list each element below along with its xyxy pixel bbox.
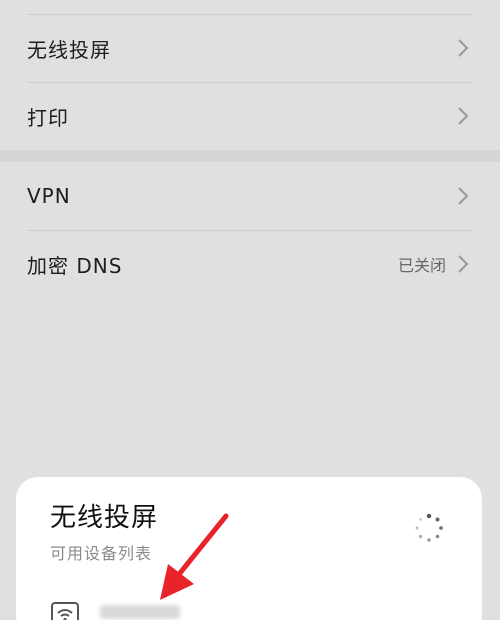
wireless-projection-sheet: 无线投屏 可用设备列表 (16, 477, 482, 620)
settings-item-value: 已关闭 (397, 256, 446, 275)
chevron-right-icon (458, 107, 469, 125)
chevron-right-icon (458, 255, 469, 273)
loading-spinner-icon (415, 513, 443, 542)
section-gap (0, 150, 500, 162)
settings-item-wireless-projection[interactable]: 无线投屏 (0, 14, 500, 82)
settings-item-vpn[interactable]: VPN (0, 162, 500, 230)
chevron-right-icon (458, 187, 469, 205)
sheet-subtitle: 可用设备列表 (50, 544, 153, 563)
wifi-display-icon (51, 602, 79, 620)
sheet-title: 无线投屏 (50, 503, 159, 533)
device-list-item[interactable] (50, 599, 450, 620)
settings-item-label: 无线投屏 (27, 37, 111, 62)
settings-list: 无线投屏 打印 VPN 加密 DNS 已关闭 (0, 0, 500, 298)
chevron-right-icon (458, 39, 469, 57)
settings-item-label: VPN (27, 184, 71, 208)
settings-item-label: 加密 DNS (27, 253, 123, 278)
settings-item-encrypted-dns[interactable]: 加密 DNS 已关闭 (0, 230, 500, 298)
settings-item-print[interactable]: 打印 (0, 82, 500, 150)
device-name-redacted (100, 605, 180, 619)
settings-item-label: 打印 (27, 105, 69, 130)
